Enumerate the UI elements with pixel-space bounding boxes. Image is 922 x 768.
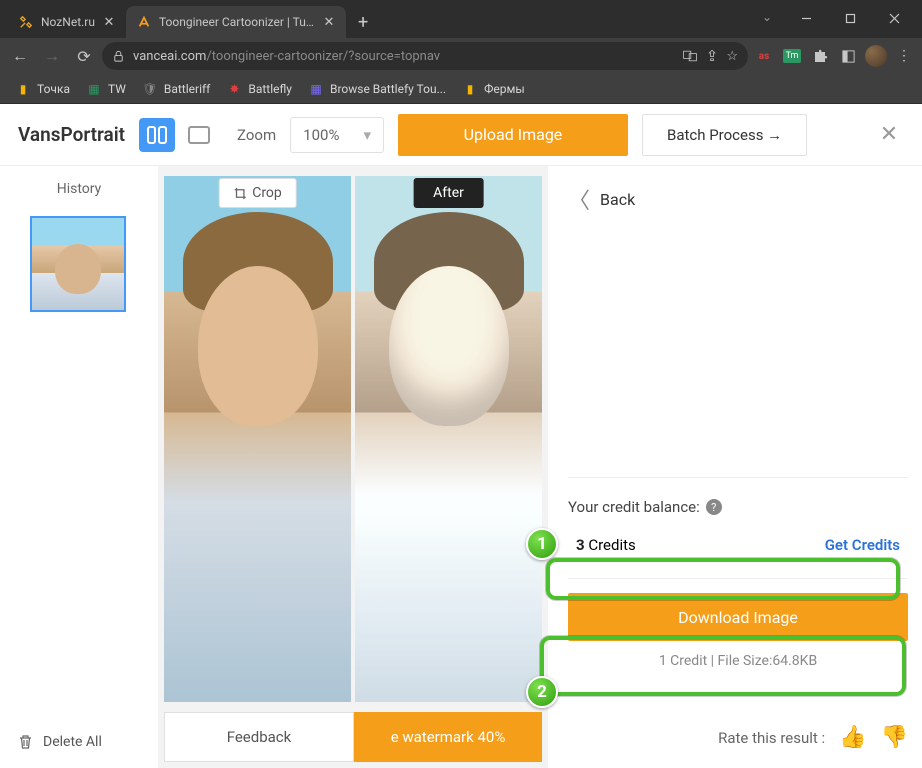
share-icon[interactable]: ⇪: [706, 47, 719, 65]
close-icon[interactable]: ✕: [322, 15, 336, 29]
app-header: VansPortrait Zoom 100% ▾ Upload Image Ba…: [0, 104, 922, 166]
maximize-button[interactable]: [828, 4, 872, 32]
upload-image-button[interactable]: Upload Image: [398, 114, 628, 156]
after-label: After: [413, 178, 484, 208]
grid-icon: ▦: [308, 81, 324, 97]
after-panel: After: [355, 176, 542, 702]
back-button[interactable]: 〈 Back: [568, 184, 908, 214]
bookmarks-bar: ▮Точка ▦TW 🛡Battleriff ✸Battlefly ▦Brows…: [0, 74, 922, 104]
chevron-left-icon: 〈: [568, 183, 590, 215]
compare-area: Crop After Feedback e watermark 40%: [158, 166, 548, 768]
single-view-button[interactable]: [181, 118, 217, 152]
zoom-value: 100%: [303, 126, 339, 144]
watermark-button[interactable]: e watermark 40%: [354, 712, 542, 762]
app-body: History Delete All Crop: [0, 166, 922, 768]
trash-icon: [18, 734, 33, 750]
reader-icon[interactable]: [836, 44, 860, 68]
get-credits-link[interactable]: Get Credits: [825, 536, 900, 554]
url-text: vanceai.com/toongineer-cartoonizer/?sour…: [133, 49, 674, 64]
bookmark[interactable]: ▦TW: [79, 78, 133, 100]
zoom-select[interactable]: 100% ▾: [290, 117, 384, 153]
bookmark[interactable]: ▦Browse Battlefy Tou...: [301, 78, 453, 100]
tm-icon[interactable]: Tm: [780, 44, 804, 68]
menu-icon[interactable]: ⋮: [892, 44, 916, 68]
bookmark[interactable]: ▮Фермы: [455, 78, 532, 100]
rate-row: Rate this result : 👍 👎: [568, 725, 908, 750]
credit-balance-label: Your credit balance: ?: [568, 492, 908, 526]
folder-icon: ▮: [15, 81, 31, 97]
close-window-button[interactable]: [872, 4, 916, 32]
browser-tab-active[interactable]: Toongineer Cartoonizer | Turn Ph ✕: [126, 6, 346, 38]
translate-icon[interactable]: [682, 48, 698, 64]
download-image-button[interactable]: Download Image: [568, 593, 908, 641]
browser-tab-strip: NozNet.ru ✕ Toongineer Cartoonizer | Tur…: [0, 0, 922, 38]
before-panel: Crop: [164, 176, 351, 702]
delete-all-button[interactable]: Delete All: [0, 716, 158, 768]
history-thumbnail[interactable]: [30, 216, 126, 312]
tools-icon: [18, 14, 34, 30]
new-tab-button[interactable]: +: [346, 6, 380, 38]
thumbnail-list: [0, 212, 158, 716]
lastfm-icon[interactable]: as: [752, 44, 776, 68]
caret-down-icon: ▾: [363, 126, 371, 144]
feedback-button[interactable]: Feedback: [164, 712, 354, 762]
extension-icons: as Tm ⋮: [752, 44, 916, 68]
thumbs-down-button[interactable]: 👎: [881, 725, 908, 750]
bookmark[interactable]: ▮Точка: [8, 78, 77, 100]
bottom-actions: Feedback e watermark 40%: [164, 712, 542, 762]
right-panel: 〈 Back Your credit balance: ? 3 Credits …: [548, 166, 922, 768]
folder-icon: ▮: [462, 81, 478, 97]
crop-icon: [233, 187, 246, 200]
help-icon[interactable]: ?: [706, 499, 722, 515]
credits-row: 3 Credits Get Credits: [568, 526, 908, 564]
profile-avatar[interactable]: [864, 44, 888, 68]
bookmark[interactable]: ✸Battlefly: [219, 78, 299, 100]
cartoon-image: [355, 176, 542, 702]
app-title: VansPortrait: [18, 123, 125, 146]
puzzle-icon[interactable]: [808, 44, 832, 68]
close-icon[interactable]: ✕: [102, 15, 116, 29]
sidebar: History Delete All: [0, 166, 158, 768]
address-bar: ← → ⟳ vanceai.com/toongineer-cartoonizer…: [0, 38, 922, 74]
browser-tab[interactable]: NozNet.ru ✕: [8, 6, 126, 38]
credits-count: 3: [576, 536, 585, 554]
chevron-down-icon[interactable]: ⌄: [762, 10, 772, 24]
reload-button[interactable]: ⟳: [70, 42, 98, 70]
side-by-side-view-button[interactable]: [139, 118, 175, 152]
minimize-button[interactable]: [784, 4, 828, 32]
url-input[interactable]: vanceai.com/toongineer-cartoonizer/?sour…: [102, 42, 748, 70]
thumbs-up-button[interactable]: 👍: [839, 725, 866, 750]
history-tab[interactable]: History: [0, 166, 158, 212]
forward-button[interactable]: →: [38, 42, 66, 70]
star-icon[interactable]: ☆: [726, 49, 738, 64]
sheets-icon: ▦: [86, 81, 102, 97]
bookmark[interactable]: 🛡Battleriff: [135, 78, 217, 100]
tab-title: Toongineer Cartoonizer | Turn Ph: [159, 15, 315, 29]
original-image: [164, 176, 351, 702]
crop-button[interactable]: Crop: [218, 178, 297, 208]
close-panel-button[interactable]: ✕: [874, 122, 904, 147]
flame-icon: ✸: [226, 81, 242, 97]
shield-icon: 🛡: [142, 81, 158, 97]
zoom-label: Zoom: [237, 126, 276, 144]
back-button[interactable]: ←: [6, 42, 34, 70]
lock-icon: [112, 50, 125, 63]
ai-favicon-icon: [136, 14, 152, 30]
batch-process-button[interactable]: Batch Process →: [642, 114, 807, 156]
app-root: VansPortrait Zoom 100% ▾ Upload Image Ba…: [0, 104, 922, 768]
file-info: 1 Credit | File Size:64.8KB: [568, 653, 908, 669]
window-controls: [784, 4, 916, 32]
tab-title: NozNet.ru: [41, 15, 95, 29]
view-toggle-group: [139, 118, 217, 152]
